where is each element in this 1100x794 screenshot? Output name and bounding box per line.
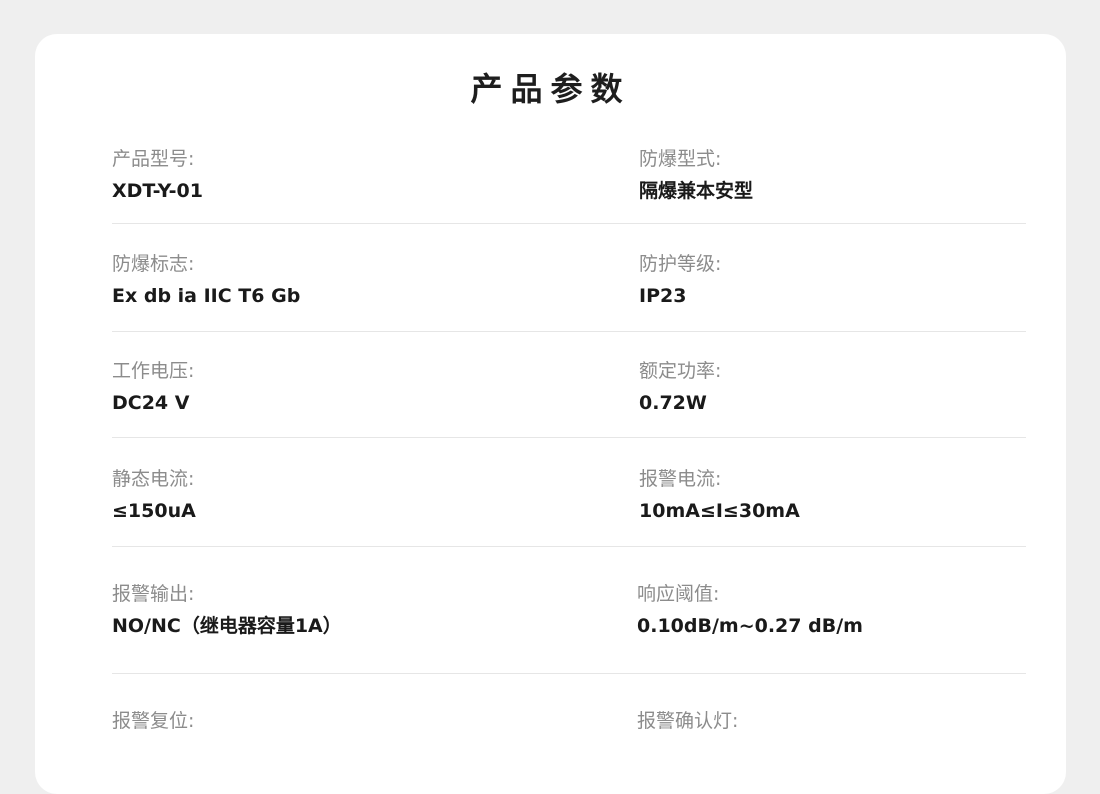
param-label: 静态电流:	[112, 468, 195, 490]
param-value: NO/NC（继电器容量1A）	[112, 615, 342, 637]
product-params-card: 产品参数 产品型号: XDT-Y-01 防爆型式: 隔爆兼本安型 防爆标志: E…	[35, 34, 1066, 794]
divider	[112, 331, 1026, 332]
param-label: 工作电压:	[112, 360, 195, 382]
param-value: IP23	[639, 285, 687, 307]
param-value: 0.10dB/m~0.27 dB/m	[637, 615, 863, 637]
page-title: 产品参数	[470, 70, 631, 108]
param-label: 响应阈值:	[637, 583, 720, 605]
param-value: 隔爆兼本安型	[639, 180, 754, 202]
divider	[112, 437, 1026, 438]
param-value: Ex db ia IIC T6 Gb	[112, 285, 301, 307]
param-label: 报警输出:	[112, 583, 195, 605]
param-label: 报警电流:	[639, 468, 722, 490]
param-item: 产品型号: XDT-Y-01	[112, 147, 203, 203]
param-item: 报警复位:	[112, 709, 194, 741]
divider	[112, 546, 1026, 547]
param-value: 10mA≤I≤30mA	[639, 500, 800, 522]
param-label: 报警确认灯:	[637, 710, 739, 732]
param-label: 防爆型式:	[639, 148, 722, 170]
param-item: 工作电压: DC24 V	[112, 359, 194, 415]
param-value: 0.72W	[639, 392, 707, 414]
param-item: 额定功率: 0.72W	[639, 359, 721, 415]
divider	[112, 673, 1026, 674]
param-label: 产品型号:	[112, 148, 195, 170]
param-item: 报警确认灯:	[637, 709, 738, 741]
param-item: 防爆标志: Ex db ia IIC T6 Gb	[112, 252, 300, 308]
param-label: 防护等级:	[639, 253, 722, 275]
param-item: 报警输出: NO/NC（继电器容量1A）	[112, 582, 342, 638]
param-label: 报警复位:	[112, 710, 195, 732]
param-item: 响应阈值: 0.10dB/m~0.27 dB/m	[637, 582, 863, 638]
param-item: 静态电流: ≤150uA	[112, 467, 196, 523]
param-label: 额定功率:	[639, 360, 722, 382]
param-item: 防爆型式: 隔爆兼本安型	[639, 147, 753, 203]
param-item: 报警电流: 10mA≤I≤30mA	[639, 467, 800, 523]
param-item: 防护等级: IP23	[639, 252, 721, 308]
param-value: DC24 V	[112, 392, 190, 414]
divider	[112, 223, 1026, 224]
param-value: XDT-Y-01	[112, 180, 203, 202]
param-value: ≤150uA	[112, 500, 196, 522]
param-label: 防爆标志:	[112, 253, 195, 275]
